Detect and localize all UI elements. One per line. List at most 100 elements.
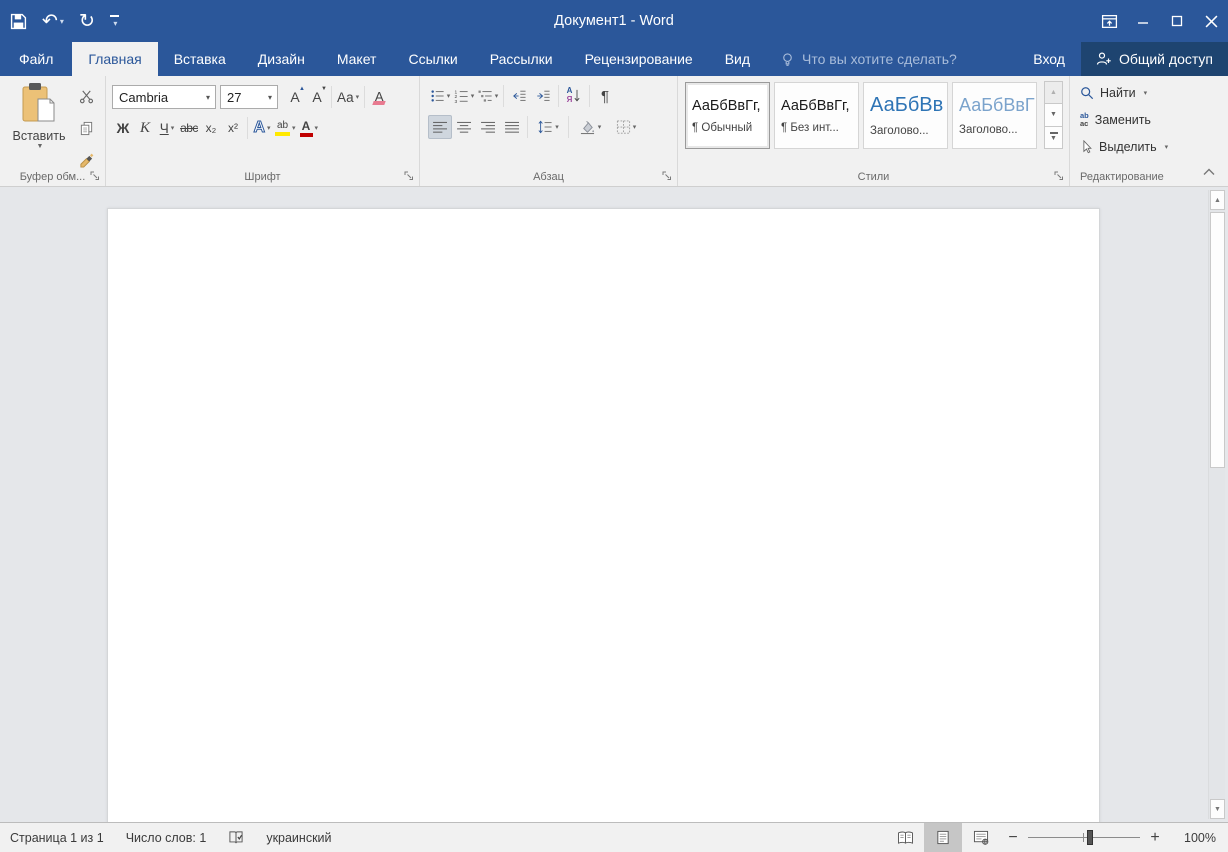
style-heading1[interactable]: АаБбВв Заголово... bbox=[863, 82, 948, 149]
scrollbar-thumb[interactable] bbox=[1210, 212, 1225, 468]
increase-indent-icon bbox=[535, 89, 551, 103]
style-no-spacing[interactable]: АаБбВвГг, ¶ Без инт... bbox=[774, 82, 859, 149]
style-normal[interactable]: АаБбВвГг, ¶ Обычный bbox=[685, 82, 770, 149]
tab-file[interactable]: Файл bbox=[0, 42, 72, 76]
replace-icon: ab ac bbox=[1080, 112, 1089, 127]
tell-me-box[interactable]: Что вы хотите сделать? bbox=[780, 42, 957, 76]
language-indicator[interactable]: украинский bbox=[266, 831, 331, 845]
clear-formatting-button[interactable]: А bbox=[368, 85, 390, 109]
paragraph-group-label: Абзац bbox=[420, 171, 677, 183]
ribbon-display-options-button[interactable] bbox=[1092, 0, 1126, 42]
lightbulb-icon bbox=[780, 52, 795, 67]
tab-layout[interactable]: Макет bbox=[321, 42, 393, 76]
copy-button[interactable] bbox=[74, 116, 98, 140]
change-case-button[interactable]: Аа▾ bbox=[335, 85, 361, 109]
italic-button[interactable]: К bbox=[134, 116, 156, 140]
document-page[interactable] bbox=[107, 208, 1100, 822]
collapse-ribbon-button[interactable] bbox=[1200, 164, 1218, 180]
editing-group: Найти ▾ ab ac Заменить Выделить ▾ Редакт… bbox=[1070, 76, 1228, 186]
paragraph-dialog-launcher[interactable] bbox=[662, 171, 673, 182]
proofing-icon[interactable] bbox=[228, 830, 244, 845]
print-layout-icon bbox=[936, 830, 950, 845]
minimize-button[interactable] bbox=[1126, 0, 1160, 42]
tab-view[interactable]: Вид bbox=[709, 42, 766, 76]
word-count[interactable]: Число слов: 1 bbox=[126, 831, 207, 845]
select-button[interactable]: Выделить ▾ bbox=[1080, 136, 1168, 157]
line-spacing-button[interactable]: ▾ bbox=[531, 115, 565, 139]
paste-label: Вставить bbox=[13, 129, 66, 143]
shrink-font-button[interactable]: А▼ bbox=[306, 85, 328, 109]
tell-me-label: Что вы хотите сделать? bbox=[802, 51, 957, 67]
styles-gallery: АаБбВвГг, ¶ Обычный АаБбВвГг, ¶ Без инт.… bbox=[685, 82, 1037, 149]
cut-button[interactable] bbox=[74, 84, 98, 108]
share-button[interactable]: Общий доступ bbox=[1081, 42, 1228, 76]
read-mode-button[interactable] bbox=[886, 823, 924, 852]
paste-dropdown-arrow[interactable]: ▼ bbox=[37, 143, 44, 150]
tab-review[interactable]: Рецензирование bbox=[569, 42, 709, 76]
tab-insert[interactable]: Вставка bbox=[158, 42, 242, 76]
styles-dialog-launcher[interactable] bbox=[1054, 171, 1065, 182]
tab-references[interactable]: Ссылки bbox=[392, 42, 473, 76]
tab-mailings[interactable]: Рассылки bbox=[474, 42, 569, 76]
scroll-down-button[interactable]: ▼ bbox=[1210, 799, 1225, 819]
underline-button[interactable]: Ч▾ bbox=[156, 116, 178, 140]
web-layout-button[interactable] bbox=[962, 823, 1000, 852]
web-layout-icon bbox=[973, 830, 989, 845]
sign-in-button[interactable]: Вход bbox=[1017, 42, 1081, 76]
clipboard-dialog-launcher[interactable] bbox=[90, 171, 101, 182]
bold-button[interactable]: Ж bbox=[112, 116, 134, 140]
ribbon-tab-bar: Файл Главная Вставка Дизайн Макет Ссылки… bbox=[0, 42, 1228, 76]
zoom-level[interactable]: 100% bbox=[1168, 831, 1216, 845]
font-size-value: 27 bbox=[227, 90, 241, 105]
style-heading2[interactable]: АаБбВвГ Заголово... bbox=[952, 82, 1037, 149]
tab-design[interactable]: Дизайн bbox=[242, 42, 321, 76]
show-formatting-marks-button[interactable]: ¶ bbox=[593, 84, 617, 108]
select-cursor-icon bbox=[1080, 140, 1093, 154]
strikethrough-button[interactable]: abc bbox=[178, 116, 200, 140]
font-size-combobox[interactable]: 27 ▾ bbox=[220, 85, 278, 109]
multilevel-list-button[interactable]: ▾ bbox=[476, 84, 500, 108]
font-name-value: Cambria bbox=[119, 90, 168, 105]
text-effects-button[interactable]: А▾ bbox=[251, 116, 273, 140]
justify-button[interactable] bbox=[500, 115, 524, 139]
shading-button[interactable]: ▾ bbox=[572, 115, 608, 139]
align-center-button[interactable] bbox=[452, 115, 476, 139]
paste-button[interactable]: Вставить ▼ bbox=[8, 81, 70, 171]
styles-more-button[interactable]: ▼ bbox=[1044, 126, 1063, 149]
format-painter-button[interactable] bbox=[74, 148, 98, 172]
maximize-button[interactable] bbox=[1160, 0, 1194, 42]
replace-button[interactable]: ab ac Заменить bbox=[1080, 109, 1168, 130]
find-button[interactable]: Найти ▾ bbox=[1080, 82, 1168, 103]
borders-button[interactable]: ▾ bbox=[608, 115, 644, 139]
zoom-out-button[interactable]: − bbox=[1000, 829, 1026, 847]
multilevel-list-icon bbox=[478, 89, 493, 103]
numbering-button[interactable]: 123 ▾ bbox=[452, 84, 476, 108]
grow-font-button[interactable]: А▲ bbox=[284, 85, 306, 109]
styles-scroll-down-button[interactable]: ▼ bbox=[1044, 103, 1063, 126]
highlight-color-button[interactable]: ab ▾ bbox=[273, 116, 298, 140]
decrease-indent-icon bbox=[511, 89, 527, 103]
superscript-button[interactable]: x² bbox=[222, 116, 244, 140]
zoom-slider[interactable] bbox=[1028, 823, 1140, 852]
scroll-up-button[interactable]: ▲ bbox=[1210, 190, 1225, 210]
subscript-button[interactable]: x₂ bbox=[200, 116, 222, 140]
increase-indent-button[interactable] bbox=[531, 84, 555, 108]
page-indicator[interactable]: Страница 1 из 1 bbox=[10, 831, 104, 845]
font-dialog-launcher[interactable] bbox=[404, 171, 415, 182]
sort-button[interactable]: АЯ bbox=[562, 84, 586, 108]
tab-home[interactable]: Главная bbox=[72, 42, 157, 76]
print-layout-button[interactable] bbox=[924, 823, 962, 852]
vertical-scrollbar[interactable]: ▲ ▼ bbox=[1208, 190, 1225, 819]
zoom-slider-handle[interactable] bbox=[1087, 830, 1093, 845]
zoom-in-button[interactable]: + bbox=[1142, 829, 1168, 847]
align-left-button[interactable] bbox=[428, 115, 452, 139]
font-name-combobox[interactable]: Cambria ▾ bbox=[112, 85, 216, 109]
styles-scroll-up-button[interactable]: ▲ bbox=[1044, 81, 1063, 104]
bullets-button[interactable]: ▾ bbox=[428, 84, 452, 108]
close-button[interactable] bbox=[1194, 0, 1228, 42]
align-right-button[interactable] bbox=[476, 115, 500, 139]
font-color-button[interactable]: А ▾ bbox=[298, 116, 321, 140]
decrease-indent-button[interactable] bbox=[507, 84, 531, 108]
justify-icon bbox=[505, 121, 520, 134]
align-left-icon bbox=[433, 121, 448, 134]
